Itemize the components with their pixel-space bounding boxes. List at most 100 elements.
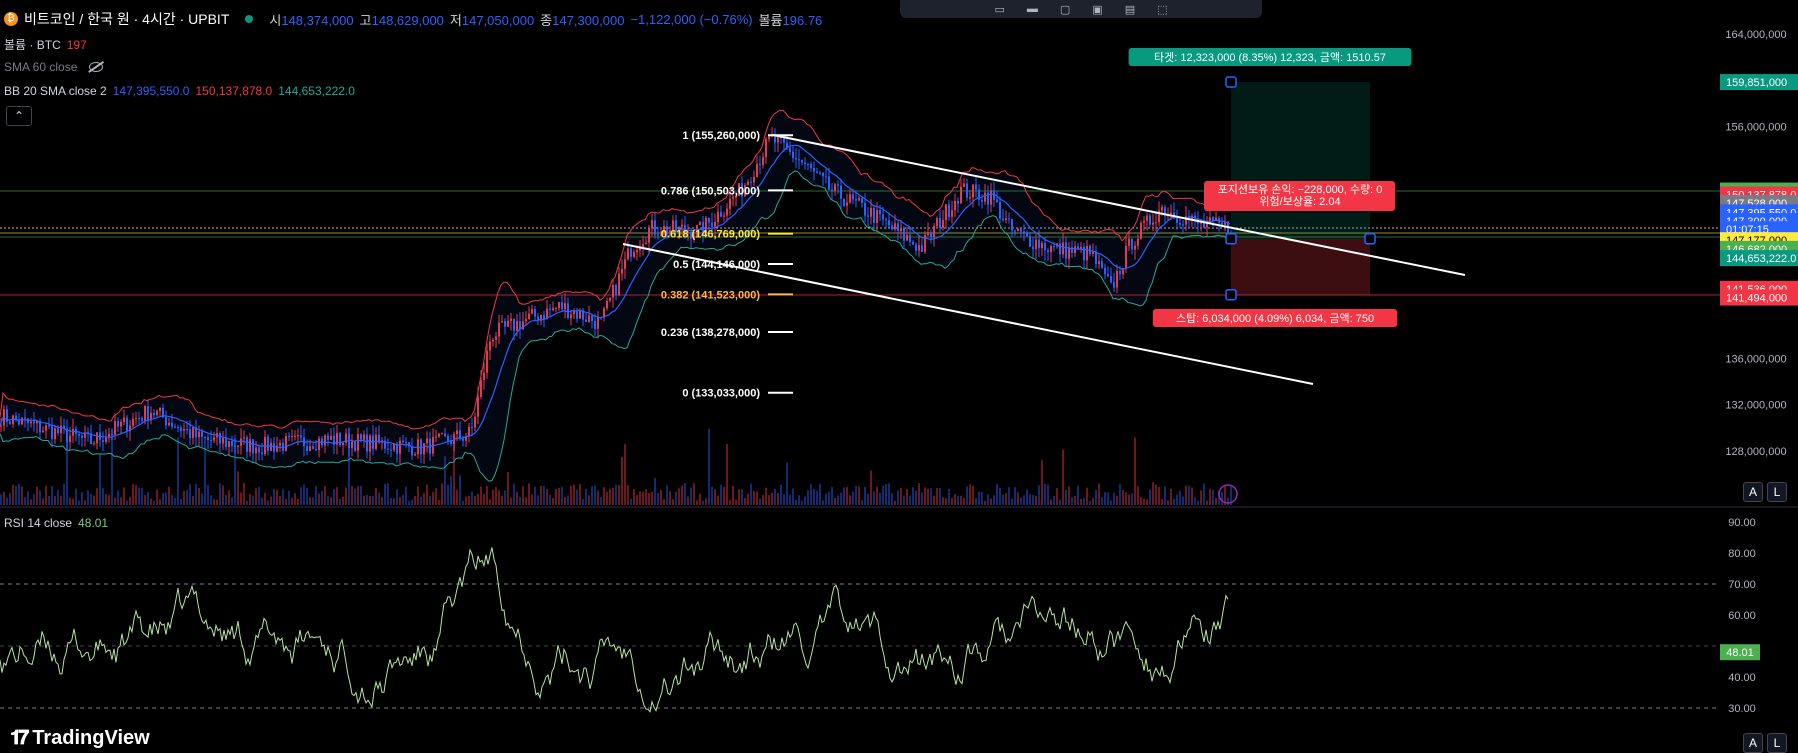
- toolbar-icon[interactable]: ▬: [1027, 3, 1038, 15]
- volume-bar: [1209, 488, 1211, 505]
- volume-bar: [282, 489, 284, 505]
- volume-bar: [579, 484, 581, 505]
- volume-bar: [252, 495, 254, 505]
- toolbar-icon[interactable]: ▣: [1092, 3, 1102, 16]
- volume-bar: [165, 492, 167, 505]
- volume-bar: [528, 483, 530, 505]
- volume-bar: [783, 494, 785, 505]
- volume-bar: [1050, 499, 1052, 505]
- bb-lower-value: 144,653,222.0: [278, 84, 355, 98]
- rsi-log-scale-button[interactable]: L: [1767, 733, 1787, 753]
- volume-bar: [525, 497, 527, 505]
- volume-bar: [471, 491, 473, 505]
- volume-bar: [1116, 495, 1118, 505]
- volume-bar: [273, 488, 275, 505]
- sma-indicator-legend[interactable]: SMA 60 close: [4, 60, 104, 74]
- volume-bar: [6, 497, 8, 505]
- bitcoin-icon: ₿: [4, 12, 18, 26]
- volume-bar: [1068, 486, 1070, 505]
- volume-bar: [27, 491, 29, 505]
- log-scale-button[interactable]: L: [1767, 482, 1787, 502]
- volume-bar: [573, 484, 575, 505]
- target-zone: [1231, 82, 1370, 239]
- volume-bar: [132, 484, 134, 505]
- toolbar-icon[interactable]: ▢: [1060, 3, 1070, 16]
- volume-bar: [648, 492, 650, 505]
- volume-bar: [1131, 493, 1133, 505]
- volume-bar: [24, 497, 26, 505]
- toolbar-icon[interactable]: ▤: [1125, 3, 1135, 16]
- volume-bar: [33, 493, 35, 505]
- sma-indicator-label: SMA 60 close: [4, 60, 78, 74]
- auto-scale-button[interactable]: A: [1743, 482, 1763, 502]
- symbol-header: ₿ 비트코인 / 한국 원 · 4시간 · UPBIT 시148,374,000…: [4, 9, 822, 29]
- volume-indicator-legend[interactable]: 볼륨 · BTC 197: [4, 36, 87, 53]
- volume-bar: [18, 483, 20, 505]
- volume-bar: [1221, 491, 1223, 505]
- volume-bar: [324, 485, 326, 505]
- volume-bar: [576, 489, 578, 505]
- toolbar-icon[interactable]: ⬚: [1157, 3, 1167, 16]
- volume-bar: [408, 500, 410, 505]
- symbol-title[interactable]: 비트코인 / 한국 원 · 4시간 · UPBIT: [24, 9, 229, 29]
- volume-bar: [537, 495, 539, 505]
- rsi-legend[interactable]: RSI 14 close 48.01: [4, 516, 108, 530]
- volume-bar: [405, 486, 407, 505]
- volume-bar: [834, 497, 836, 505]
- volume-bar: [687, 496, 689, 505]
- volume-bar: [807, 490, 809, 505]
- volume-header-value: 196.76: [782, 12, 823, 28]
- volume-bar: [534, 486, 536, 505]
- volume-bar: [765, 487, 767, 505]
- volume-bar: [654, 477, 656, 505]
- volume-bar: [870, 470, 872, 505]
- volume-bar: [1089, 500, 1091, 505]
- tradingview-mark-icon: 𝟏𝟕: [10, 727, 29, 749]
- rsi-auto-scale-button[interactable]: A: [1743, 733, 1763, 753]
- volume-bar: [744, 498, 746, 505]
- change-value: −1,122,000 (−0.76%): [630, 11, 753, 27]
- volume-bar: [1110, 500, 1112, 505]
- hidden-eye-icon[interactable]: [89, 62, 104, 72]
- chart-canvas[interactable]: 1 (155,260,000) 0.786 (150,503,000) 0.618 …: [0, 0, 1798, 752]
- volume-bar: [600, 497, 602, 505]
- price-axis-tick: 128,000,000: [1725, 446, 1786, 458]
- volume-bar: [774, 488, 776, 505]
- volume-bar: [384, 483, 386, 505]
- tradingview-logo[interactable]: 𝟏𝟕 TradingView: [10, 727, 150, 750]
- volume-bar: [129, 496, 131, 505]
- volume-bar: [354, 488, 356, 505]
- volume-bar: [414, 495, 416, 505]
- high-label: 고: [359, 12, 372, 28]
- volume-bar: [609, 488, 611, 505]
- volume-bar: [726, 444, 728, 505]
- toolbar-icon[interactable]: ▭: [994, 3, 1004, 16]
- volume-bar: [912, 487, 914, 505]
- drawing-toolbar[interactable]: ▭ ▬ ▢ ▣ ▤ ⬚: [900, 0, 1262, 18]
- volume-bar: [813, 488, 815, 505]
- fib-level-label: 0.786 (150,503,000): [661, 185, 760, 197]
- volume-bar: [126, 500, 128, 505]
- volume-bar: [495, 486, 497, 505]
- volume-bar: [888, 483, 890, 505]
- volume-bar: [831, 487, 833, 505]
- volume-bar: [1155, 484, 1157, 505]
- volume-bar: [309, 497, 311, 505]
- volume-bar: [819, 483, 821, 505]
- rsi-axis-tick: 40.00: [1728, 672, 1756, 684]
- volume-bar: [1065, 490, 1067, 505]
- bb-indicator-legend[interactable]: BB 20 SMA close 2 147,395,550.0 150,137,…: [4, 84, 355, 98]
- volume-bar: [168, 486, 170, 505]
- collapse-legend-button[interactable]: ⌃: [6, 106, 32, 126]
- volume-bar: [999, 487, 1001, 505]
- volume-bar: [345, 487, 347, 505]
- volume-bar: [723, 486, 725, 505]
- volume-bar: [147, 492, 149, 505]
- volume-bar: [867, 493, 869, 505]
- volume-bar: [1146, 499, 1148, 505]
- volume-bar: [135, 485, 137, 505]
- volume-bar: [45, 485, 47, 505]
- volume-bar: [825, 493, 827, 505]
- volume-bar: [1167, 500, 1169, 505]
- rsi-axis-tick: 30.00: [1728, 703, 1756, 715]
